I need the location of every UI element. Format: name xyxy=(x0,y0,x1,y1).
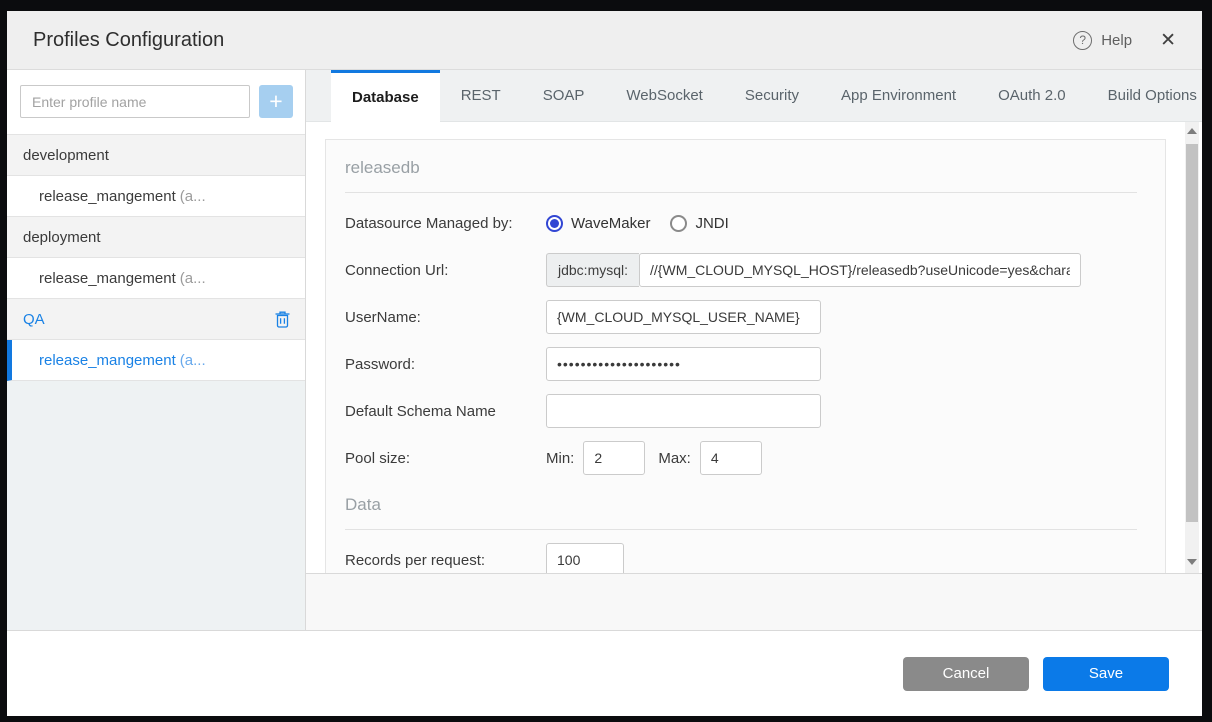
help-icon: ? xyxy=(1073,30,1093,50)
datasource-row: Datasource Managed by: WaveMaker JNDI xyxy=(345,206,1137,240)
tab-oauth[interactable]: OAuth 2.0 xyxy=(977,70,1087,121)
password-label: Password: xyxy=(345,355,416,373)
radio-wavemaker[interactable]: WaveMaker xyxy=(546,214,650,232)
section-title-releasedb: releasedb xyxy=(345,154,1137,193)
scrollbar-up-arrow-icon[interactable] xyxy=(1185,124,1199,138)
password-input[interactable] xyxy=(546,347,821,381)
page-title: Profiles Configuration xyxy=(33,28,225,51)
username-label: UserName: xyxy=(345,308,421,326)
pool-max-input[interactable] xyxy=(699,441,762,475)
pool-size-row: Pool size: Min: Max: xyxy=(345,441,1137,475)
connection-url-label: Connection Url: xyxy=(345,261,449,279)
pool-min-input[interactable] xyxy=(583,441,646,475)
sidebar-item-release-mangement-1[interactable]: release_mangement (a... xyxy=(7,176,305,217)
default-schema-label: Default Schema Name xyxy=(345,402,496,420)
connection-url-input[interactable] xyxy=(639,253,1082,287)
profiles-list: development release_mangement (a... depl… xyxy=(7,134,305,381)
tab-security[interactable]: Security xyxy=(724,70,820,121)
section-title-data: Data xyxy=(345,491,1137,530)
tab-rest[interactable]: REST xyxy=(440,70,522,121)
profile-add-row: + xyxy=(7,70,305,134)
records-per-request-row: Records per request: xyxy=(345,543,1137,573)
sidebar-item-release-mangement-3-selected[interactable]: release_mangement (a... xyxy=(7,340,305,381)
username-row: UserName: xyxy=(345,300,1137,334)
records-per-request-input[interactable] xyxy=(546,543,624,573)
add-profile-button[interactable]: + xyxy=(259,85,293,118)
password-row: Password: xyxy=(345,347,1137,381)
sidebar-empty-area xyxy=(7,381,305,630)
pool-size-label: Pool size: xyxy=(345,449,411,467)
delete-profile-icon[interactable] xyxy=(274,310,291,329)
default-schema-input[interactable] xyxy=(546,394,821,428)
dialog-header: Profiles Configuration ? Help ✕ xyxy=(7,11,1202,70)
scrollbar-thumb[interactable] xyxy=(1186,144,1198,522)
close-icon[interactable]: ✕ xyxy=(1160,31,1176,50)
radio-jndi[interactable]: JNDI xyxy=(670,214,729,232)
sidebar-item-development[interactable]: development xyxy=(7,135,305,176)
tab-content-viewport: releasedb Datasource Managed by: WaveMak… xyxy=(306,122,1202,574)
tab-app-environment[interactable]: App Environment xyxy=(820,70,977,121)
username-input[interactable] xyxy=(546,300,821,334)
sidebar-item-release-mangement-2[interactable]: release_mangement (a... xyxy=(7,258,305,299)
profiles-sidebar: + development release_mangement (a... de… xyxy=(7,70,306,630)
tab-bar: Database REST SOAP WebSocket Security Ap… xyxy=(306,70,1202,122)
datasource-label: Datasource Managed by: xyxy=(345,214,513,232)
help-button[interactable]: ? Help xyxy=(1073,30,1133,50)
cancel-button[interactable]: Cancel xyxy=(903,656,1029,691)
default-schema-row: Default Schema Name xyxy=(345,394,1137,428)
database-form-panel: releasedb Datasource Managed by: WaveMak… xyxy=(325,139,1166,573)
tab-soap[interactable]: SOAP xyxy=(522,70,606,121)
dialog-body: + development release_mangement (a... de… xyxy=(7,70,1202,630)
sidebar-item-deployment[interactable]: deployment xyxy=(7,217,305,258)
tab-websocket[interactable]: WebSocket xyxy=(605,70,723,121)
radio-selected-icon xyxy=(546,214,563,232)
help-label: Help xyxy=(1101,31,1133,49)
tab-pane-lower-strip xyxy=(306,574,1202,630)
profile-name-input[interactable] xyxy=(20,85,250,118)
scrollbar-down-arrow-icon[interactable] xyxy=(1185,555,1199,569)
pool-max-label: Max: xyxy=(658,449,691,467)
sidebar-item-qa[interactable]: QA xyxy=(7,299,305,340)
profiles-configuration-dialog: Profiles Configuration ? Help ✕ + develo… xyxy=(7,11,1202,716)
dialog-footer: Cancel Save xyxy=(7,630,1202,716)
connection-url-row: Connection Url: jdbc:mysql: xyxy=(345,253,1137,287)
tab-database[interactable]: Database xyxy=(331,70,440,122)
main-content: Database REST SOAP WebSocket Security Ap… xyxy=(306,70,1202,630)
save-button[interactable]: Save xyxy=(1043,656,1169,691)
records-per-request-label: Records per request: xyxy=(345,551,486,569)
radio-unselected-icon xyxy=(670,214,688,232)
pool-min-label: Min: xyxy=(546,449,575,467)
jdbc-prefix-addon: jdbc:mysql: xyxy=(546,253,640,287)
tab-build-options[interactable]: Build Options xyxy=(1087,70,1212,121)
vertical-scrollbar[interactable] xyxy=(1185,122,1199,573)
